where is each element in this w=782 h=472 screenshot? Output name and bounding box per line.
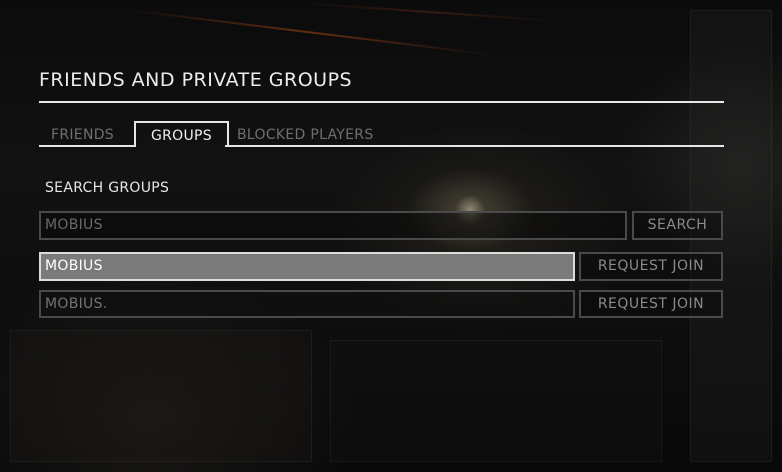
background-structure (10, 330, 312, 462)
search-groups-label: SEARCH GROUPS (45, 180, 170, 196)
page-title: FRIENDS AND PRIVATE GROUPS (39, 69, 353, 91)
friends-groups-screen: FRIENDS AND PRIVATE GROUPS FRIENDS GROUP… (0, 0, 782, 472)
background-structure (330, 340, 662, 462)
tab-groups[interactable]: GROUPS (134, 121, 229, 147)
background-light-streak (299, 2, 560, 23)
background-light-streak (119, 8, 498, 57)
tab-bar: FRIENDS GROUPS BLOCKED PLAYERS (39, 121, 724, 147)
request-join-button[interactable]: REQUEST JOIN (579, 252, 723, 281)
tab-underline (225, 145, 724, 147)
request-join-button[interactable]: REQUEST JOIN (579, 290, 723, 318)
tab-friends[interactable]: FRIENDS (51, 121, 114, 146)
title-divider (39, 101, 724, 103)
group-result-row-selected[interactable]: MOBIUS (39, 252, 575, 281)
search-input[interactable]: MOBIUS (39, 211, 627, 240)
search-button[interactable]: SEARCH (632, 211, 723, 240)
group-result-row[interactable]: MOBIUS. (39, 290, 575, 318)
tab-underline (39, 145, 135, 147)
tab-blocked-players[interactable]: BLOCKED PLAYERS (237, 121, 374, 146)
